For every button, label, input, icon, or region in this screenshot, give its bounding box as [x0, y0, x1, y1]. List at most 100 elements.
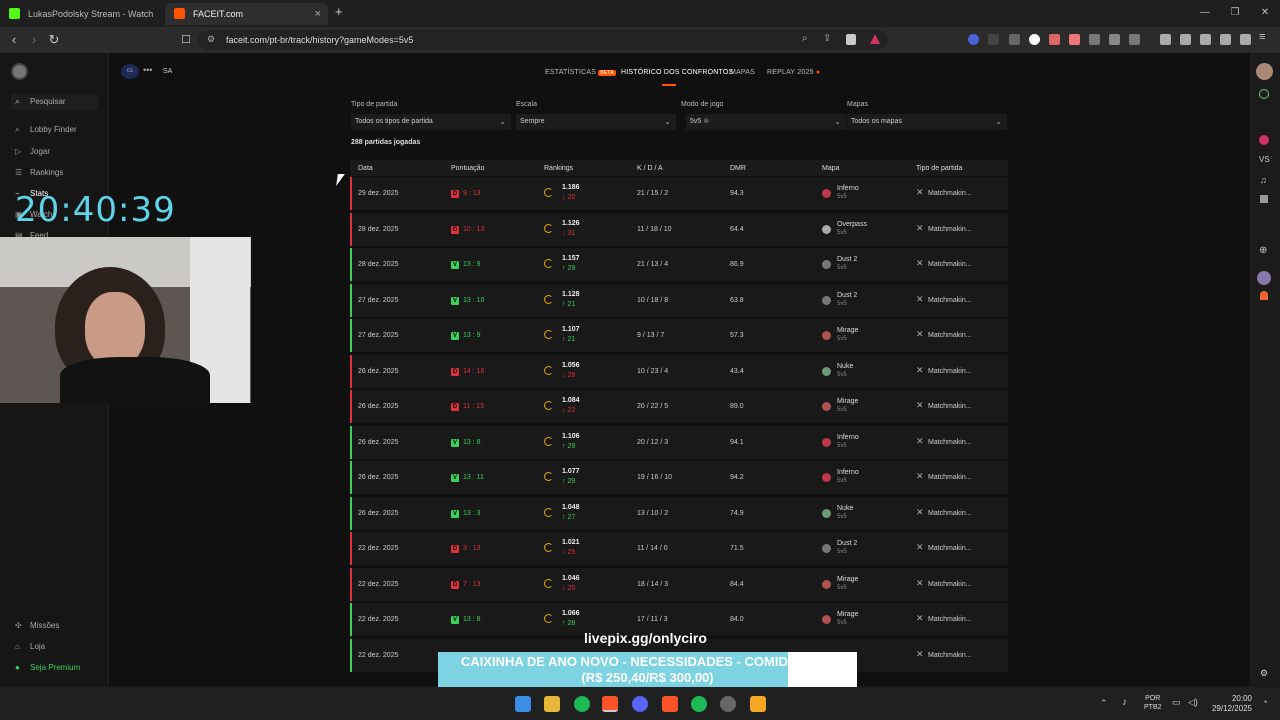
share-icon[interactable]: ⇪ [823, 33, 831, 44]
table-row[interactable]: 28 dez. 2025 V 13 : 9 1.157 ↑ 29 21 / 13 / 4 8… [350, 248, 1008, 281]
address-bar[interactable]: ⚙ faceit.com/pt-br/track/history?gameMod… [198, 30, 888, 50]
extension-icon[interactable] [1129, 34, 1140, 45]
extension-icon[interactable] [1049, 34, 1060, 45]
add-friend-icon[interactable]: ⊕ [1259, 245, 1267, 256]
table-row[interactable]: 28 dez. 2025 D 10 : 13 1.126 ↓ 31 11 / 18 / 1… [350, 212, 1008, 246]
close-tab-icon[interactable]: × [315, 3, 321, 25]
table-row[interactable]: 26 dez. 2025 D 14 : 16 1.056 ↓ 28 10 / 23 / 4… [350, 354, 1008, 388]
match-type-select[interactable]: Todos os tipos de partida ⌄ [351, 114, 511, 130]
network-icon[interactable]: ▭ [1172, 697, 1181, 708]
brave-shield-icon[interactable] [846, 34, 856, 45]
match-type: Matchmakin... [928, 545, 972, 552]
brave-icon[interactable] [662, 696, 678, 712]
system-clock[interactable]: 20:00 29/12/2025 [1210, 694, 1252, 714]
app-icon[interactable] [750, 696, 766, 712]
elo-delta: 28 [567, 371, 576, 379]
bookmark-icon[interactable]: ☐ [176, 30, 196, 50]
chevron-up-icon[interactable]: ⌃ [1100, 698, 1108, 709]
party-icon[interactable] [1260, 195, 1268, 203]
notifications-icon[interactable]: ◔ [1262, 697, 1267, 707]
forward-icon[interactable]: › [24, 30, 44, 50]
friend-avatar[interactable] [1257, 271, 1271, 285]
match-score: 13 : 11 [463, 474, 484, 481]
table-row[interactable]: 27 dez. 2025 V 13 : 9 1.107 ↑ 21 9 / 13 / 7 57… [350, 319, 1008, 352]
table-row[interactable]: 29 dez. 2025 D 9 : 13 1.186 ↓ 20 21 / 15 / 2 9… [350, 177, 1008, 210]
volume-icon[interactable]: ◁) [1188, 697, 1198, 708]
extension-icon[interactable] [1109, 34, 1120, 45]
avatar[interactable] [1256, 63, 1273, 80]
match-date: 26 dez. 2025 [358, 367, 399, 375]
sidebar-item-lobby-finder[interactable]: ⌕ Lobby Finder [15, 123, 77, 137]
elo-change: ↓ 20 [562, 194, 576, 201]
sidebar-item-missions[interactable]: ✣ Missões [15, 619, 59, 633]
wallet-icon[interactable] [1200, 34, 1211, 45]
sidebar-search[interactable]: ⌕ Pesquisar [11, 94, 98, 110]
music-icon[interactable] [1160, 34, 1171, 45]
sidebar-toggle-icon[interactable] [1180, 34, 1191, 45]
more-icon[interactable]: ••• [143, 65, 152, 75]
settings-icon[interactable]: ⚙ [1260, 668, 1268, 679]
table-row[interactable]: 27 dez. 2025 V 13 : 10 1.128 ↑ 21 10 / 18 / 8… [350, 283, 1008, 317]
tab-statistics[interactable]: ESTATÍSTICAS BETA [545, 69, 616, 76]
versus-icon[interactable]: VS [1259, 155, 1270, 164]
table-row[interactable]: 26 dez. 2025 V 13 : 8 1.106 ↑ 29 20 / 12 / 3 9… [350, 425, 1008, 459]
discord-icon[interactable] [632, 696, 648, 712]
scale-select[interactable]: Sempre ⌄ [516, 114, 676, 130]
extension-icon[interactable] [1089, 34, 1100, 45]
headset-icon[interactable] [1260, 291, 1268, 300]
game-logo[interactable]: cs [121, 64, 139, 79]
clear-icon[interactable]: ⊗ [703, 118, 709, 125]
tab-match-history[interactable]: HISTÓRICO DOS CONFRONTOS [621, 69, 733, 76]
sidebar-item-premium[interactable]: ● Seja Premium [15, 661, 80, 675]
map-icon [822, 224, 831, 234]
extension-icon[interactable] [1069, 34, 1080, 45]
column-header-kda: K / D / A [637, 165, 663, 172]
missions-icon: ✣ [15, 621, 22, 630]
google-icon[interactable] [1029, 34, 1040, 45]
table-row[interactable]: 26 dez. 2025 V 13 : 3 1.048 ↑ 27 13 / 10 / 2 7… [350, 496, 1008, 530]
obs-icon[interactable] [720, 696, 736, 712]
notification-icon[interactable] [1259, 135, 1269, 145]
zoom-icon[interactable]: ⌕ [802, 33, 808, 44]
new-tab-button[interactable]: + [335, 4, 343, 19]
minimize-icon[interactable]: — [1190, 4, 1220, 22]
reload-icon[interactable]: ↻ [44, 30, 64, 50]
input-language[interactable]: POR PTB2 [1144, 694, 1162, 712]
back-icon[interactable]: ‹ [4, 30, 24, 50]
brave-icon[interactable] [602, 696, 618, 712]
table-row[interactable]: 22 dez. 2025 D 3 : 13 1.021 ↓ 25 11 / 14 / 0 7… [350, 532, 1008, 565]
restore-icon[interactable]: ❐ [1220, 4, 1250, 22]
maps-select[interactable]: Todos os mapas ⌄ [847, 114, 1007, 130]
table-row[interactable]: 26 dez. 2025 V 13 : 11 1.077 ↑ 29 19 / 16 / 1… [350, 461, 1008, 494]
spotify-icon[interactable] [574, 696, 590, 712]
extension-icon[interactable] [968, 34, 979, 45]
windows-start-icon[interactable] [515, 696, 531, 712]
bell-icon[interactable]: ♫ [1260, 175, 1267, 185]
vpn-icon[interactable] [1240, 34, 1251, 45]
microphone-icon[interactable]: ♪ [1122, 697, 1127, 708]
site-info-icon[interactable]: ⚙ [207, 34, 215, 45]
sidebar-item-shop[interactable]: ⌂ Loja [15, 640, 45, 654]
tab-maps[interactable]: MAPAS [730, 69, 755, 76]
leo-ai-icon[interactable] [1220, 34, 1231, 45]
tab-faceit[interactable]: FACEIT.com × [165, 3, 328, 25]
sidebar-item-play[interactable]: ▷ Jogar [15, 145, 50, 159]
tab-replay[interactable]: REPLAY 2025 ● [767, 69, 820, 76]
brave-rewards-icon[interactable] [870, 34, 880, 44]
game-mode-select[interactable]: 5v5 ⊗ ⌄ [686, 114, 846, 130]
extension-icon[interactable] [1009, 34, 1020, 45]
table-row[interactable]: 22 dez. 2025 D 7 : 13 1.046 ↓ 20 18 / 14 / 3 8… [350, 567, 1008, 601]
table-row[interactable]: 26 dez. 2025 D 11 : 13 1.084 ↓ 22 20 / 22 / 5… [350, 390, 1008, 423]
spotify-icon[interactable] [691, 696, 707, 712]
elo-value: 1.021 [562, 539, 580, 546]
file-explorer-icon[interactable] [544, 696, 560, 712]
close-window-icon[interactable]: ✕ [1250, 4, 1280, 22]
user-avatar[interactable] [11, 63, 28, 80]
level-icon[interactable] [1259, 89, 1269, 99]
sidebar-item-rankings[interactable]: ☰ Rankings [15, 166, 63, 180]
tab-stream[interactable]: LukasPodolsky Stream - Watch Live o [0, 3, 165, 41]
extension-icon[interactable] [988, 34, 999, 45]
tab-title: FACEIT.com [193, 9, 244, 19]
menu-icon[interactable]: ≡ [1259, 31, 1265, 43]
elo-delta: 31 [567, 229, 576, 237]
